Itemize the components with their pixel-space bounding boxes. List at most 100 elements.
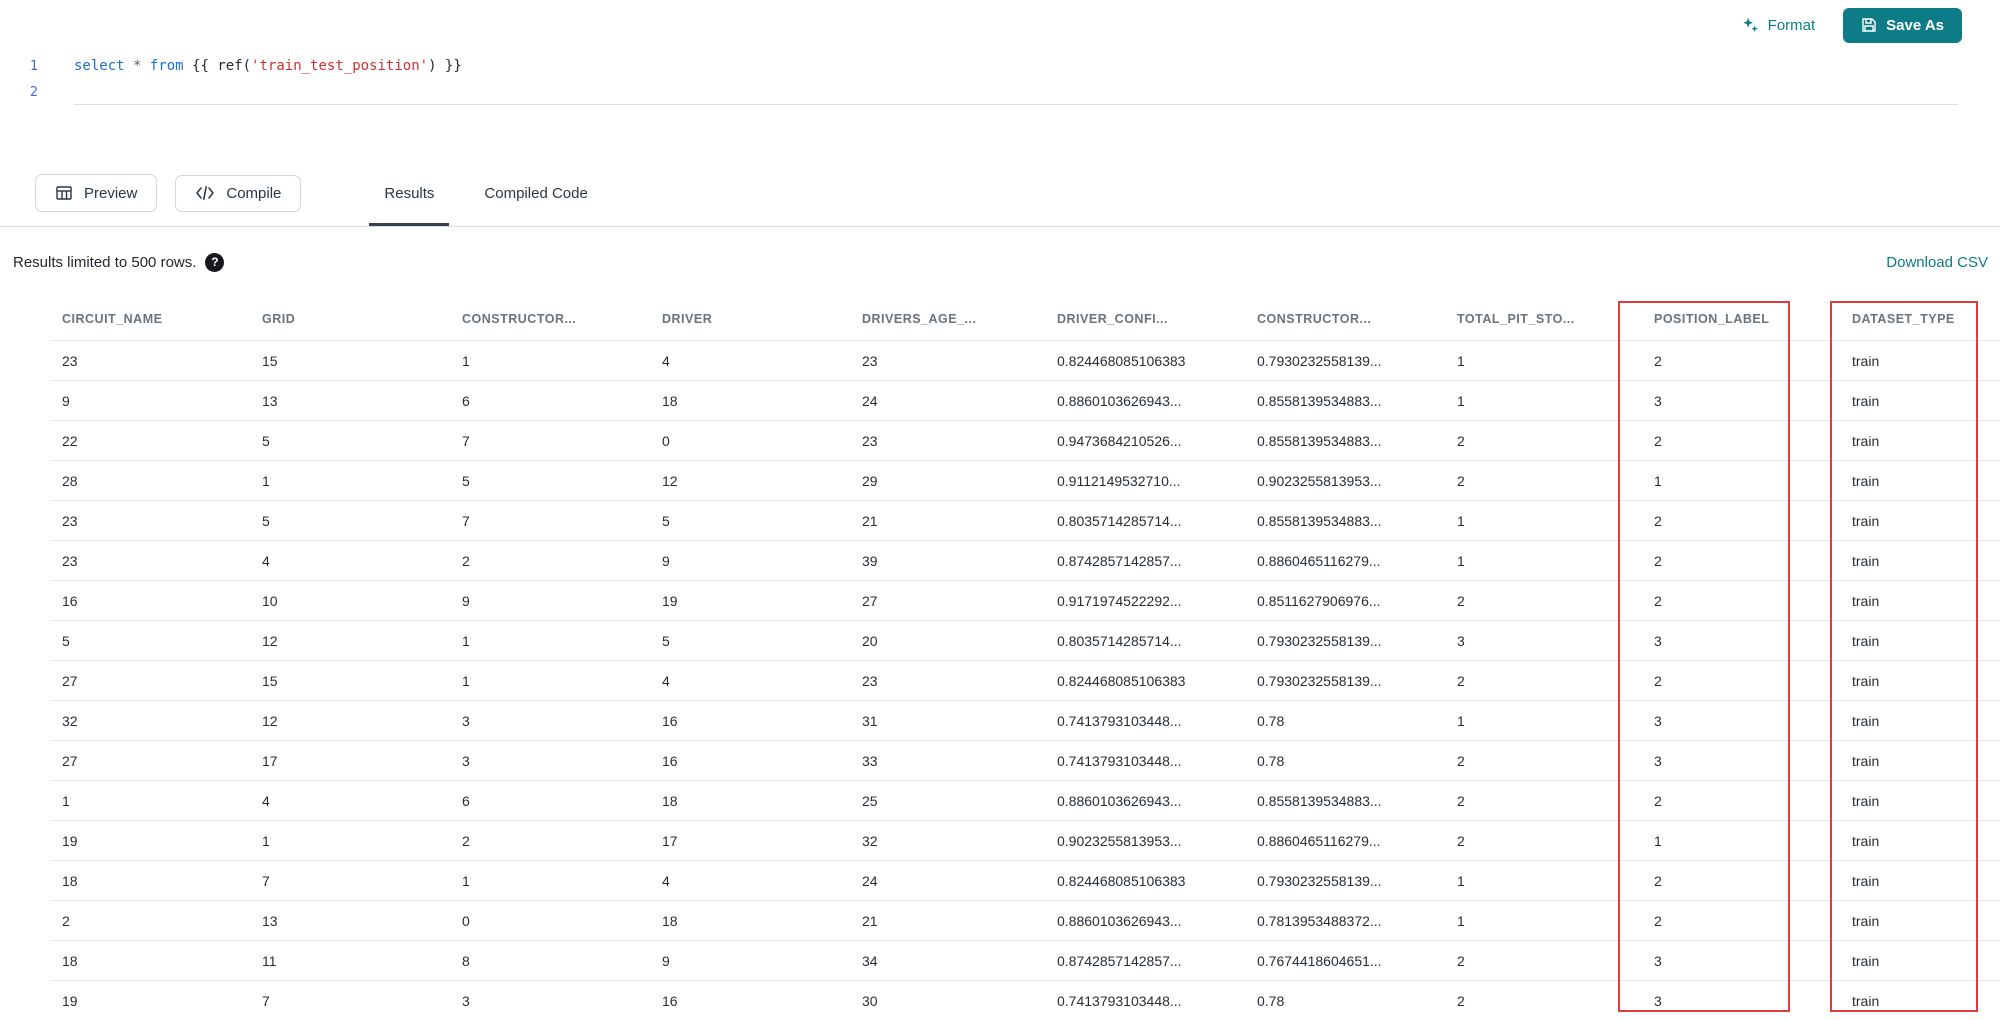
table-cell: 18: [650, 901, 850, 941]
table-row: 18 7 1 4 24 0.824468085106383 0.7930232558139.…: [50, 861, 2000, 901]
table-cell: 0.8860465116279...: [1245, 821, 1445, 861]
table-cell: train: [1840, 661, 2000, 701]
format-button[interactable]: Format: [1741, 16, 1815, 35]
save-as-label: Save As: [1886, 16, 1944, 34]
table-cell: 20: [850, 621, 1045, 661]
results-table-area: CIRCUIT_NAME GRID CONSTRUCTOR... DRIVER DRIV…: [0, 297, 2000, 1020]
table-cell: 7: [250, 981, 450, 1020]
table-cell: 2: [1642, 341, 1840, 381]
table-cell: 0.7930232558139...: [1245, 861, 1445, 901]
table-cell: 10: [250, 581, 450, 621]
table-cell: 18: [650, 781, 850, 821]
code-line-2: 2: [0, 79, 2000, 105]
table-cell: 1: [1445, 341, 1642, 381]
line-number: 2: [29, 84, 38, 100]
line-number: 1: [29, 58, 38, 74]
table-cell: 2: [1642, 781, 1840, 821]
table-cell: 0.9023255813953...: [1045, 821, 1245, 861]
table-cell: 2: [1642, 661, 1840, 701]
table-cell: 3: [1642, 701, 1840, 741]
table-cell: train: [1840, 741, 2000, 781]
table-cell: 1: [250, 461, 450, 501]
table-cell: 29: [850, 461, 1045, 501]
table-cell: 2: [450, 541, 650, 581]
table-row: 22 5 7 0 23 0.9473684210526... 0.8558139534883…: [50, 421, 2000, 461]
preview-button[interactable]: Preview: [35, 174, 158, 212]
table-cell: 2: [1445, 781, 1642, 821]
table-cell: 1: [1445, 701, 1642, 741]
table-cell: 27: [50, 661, 250, 701]
table-cell: 21: [850, 901, 1045, 941]
column-header: POSITION_LABEL: [1642, 297, 1840, 341]
save-icon: [1861, 17, 1877, 33]
table-cell: 9: [650, 941, 850, 981]
table-cell: 5: [50, 621, 250, 661]
table-cell: 9: [650, 541, 850, 581]
column-header: CIRCUIT_NAME: [50, 297, 250, 341]
code-line-1: 1 select * from {{ ref('train_test_posit…: [0, 53, 2000, 79]
table-row: 23 4 2 9 39 0.8742857142857... 0.8860465116279…: [50, 541, 2000, 581]
compile-button[interactable]: Compile: [175, 174, 302, 212]
table-cell: train: [1840, 861, 2000, 901]
table-cell: train: [1840, 421, 2000, 461]
table-cell: 28: [50, 461, 250, 501]
actions-tabs-row: Preview Compile Results Compiled Code: [0, 160, 2000, 227]
table-cell: 13: [250, 381, 450, 421]
table-cell: 23: [850, 421, 1045, 461]
tab-results[interactable]: Results: [359, 160, 459, 226]
table-cell: 0.824468085106383: [1045, 661, 1245, 701]
table-cell: 0.8860465116279...: [1245, 541, 1445, 581]
table-cell: 0.9473684210526...: [1045, 421, 1245, 461]
table-cell: 5: [250, 501, 450, 541]
tab-compiled-code[interactable]: Compiled Code: [459, 160, 612, 226]
table-row: 19 1 2 17 32 0.9023255813953... 0.886046511627…: [50, 821, 2000, 861]
column-header: DRIVER: [650, 297, 850, 341]
table-icon: [55, 184, 73, 202]
table-cell: 3: [1642, 621, 1840, 661]
table-cell: 2: [1642, 581, 1840, 621]
help-icon[interactable]: ?: [205, 252, 225, 272]
table-cell: 1: [450, 621, 650, 661]
table-cell: 2: [1642, 541, 1840, 581]
table-cell: 32: [850, 821, 1045, 861]
table-cell: 0.9112149532710...: [1045, 461, 1245, 501]
table-cell: 0.8558139534883...: [1245, 421, 1445, 461]
table-cell: 27: [850, 581, 1045, 621]
table-cell: 0.8035714285714...: [1045, 501, 1245, 541]
column-header: TOTAL_PIT_STO...: [1445, 297, 1642, 341]
table-cell: 18: [50, 941, 250, 981]
table-cell: 0.8558139534883...: [1245, 501, 1445, 541]
table-cell: 1: [1445, 381, 1642, 421]
sql-editor[interactable]: 1 select * from {{ ref('train_test_posit…: [0, 50, 2000, 160]
table-cell: 2: [1642, 861, 1840, 901]
table-cell: 31: [850, 701, 1045, 741]
table-cell: train: [1840, 701, 2000, 741]
table-cell: 0.7413793103448...: [1045, 741, 1245, 781]
table-cell: 2: [1642, 421, 1840, 461]
table-cell: 1: [450, 861, 650, 901]
table-cell: 0.824468085106383: [1045, 861, 1245, 901]
table-cell: 0.78: [1245, 741, 1445, 781]
table-cell: 4: [250, 541, 450, 581]
save-as-button[interactable]: Save As: [1843, 7, 1962, 43]
table-cell: 0.7413793103448...: [1045, 701, 1245, 741]
table-cell: 2: [450, 821, 650, 861]
column-header: CONSTRUCTOR...: [1245, 297, 1445, 341]
table-cell: 27: [50, 741, 250, 781]
table-cell: 16: [50, 581, 250, 621]
table-cell: 0.7413793103448...: [1045, 981, 1245, 1020]
table-cell: 2: [1445, 981, 1642, 1020]
download-csv-link[interactable]: Download CSV: [1886, 254, 1988, 271]
table-cell: 0.7813953488372...: [1245, 901, 1445, 941]
table-cell: 0.8860103626943...: [1045, 381, 1245, 421]
table-cell: 23: [50, 541, 250, 581]
table-cell: 16: [650, 741, 850, 781]
table-cell: 0.8742857142857...: [1045, 541, 1245, 581]
results-tabs: Results Compiled Code: [359, 160, 612, 226]
table-cell: 4: [650, 341, 850, 381]
column-header: CONSTRUCTOR...: [450, 297, 650, 341]
table-cell: 3: [450, 981, 650, 1020]
compile-label: Compile: [226, 184, 282, 202]
table-cell: 39: [850, 541, 1045, 581]
editor-toolbar: Format Save As: [0, 0, 2000, 50]
